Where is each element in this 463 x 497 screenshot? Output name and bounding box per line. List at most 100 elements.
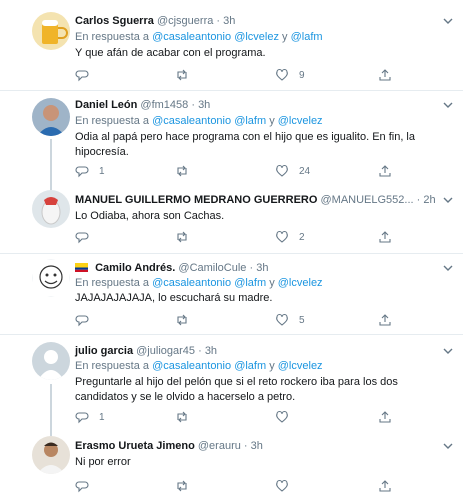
mention-link[interactable]: @lcvelez bbox=[278, 277, 323, 289]
reply-icon bbox=[75, 315, 89, 327]
avatar[interactable] bbox=[32, 436, 70, 474]
retweet-icon bbox=[177, 69, 187, 81]
mention-link[interactable]: @casaleantonio bbox=[152, 277, 231, 289]
user-name[interactable]: Camilo Andrés. bbox=[95, 262, 175, 274]
retweet-button[interactable] bbox=[175, 409, 199, 425]
share-icon bbox=[379, 69, 391, 81]
timestamp[interactable]: 3h bbox=[198, 99, 210, 111]
user-handle[interactable]: @erauru bbox=[198, 440, 241, 452]
reply-button[interactable]: 1 bbox=[75, 163, 105, 179]
tweet-julio-garcia[interactable]: julio garcia @juliogar45 · 3h En respues… bbox=[0, 335, 463, 430]
tweet-daniel-leon[interactable]: Daniel León @fm1458 · 3h En respuesta a … bbox=[0, 91, 463, 184]
share-button[interactable] bbox=[378, 409, 392, 425]
avatar[interactable] bbox=[32, 98, 70, 136]
chevron-down-icon[interactable] bbox=[441, 261, 455, 275]
share-button[interactable] bbox=[378, 163, 392, 179]
mention-link[interactable]: @lafm bbox=[234, 277, 266, 289]
user-name[interactable]: Erasmo Urueta Jimeno bbox=[75, 440, 195, 452]
timestamp[interactable]: 3h bbox=[251, 440, 263, 452]
like-icon bbox=[276, 313, 288, 326]
retweet-button[interactable] bbox=[175, 229, 199, 245]
tweet-erasmo-urueta[interactable]: Erasmo Urueta Jimeno @erauru · 3h Ni por… bbox=[0, 430, 463, 497]
reply-prefix: En respuesta a bbox=[75, 115, 149, 127]
chevron-down-icon[interactable] bbox=[441, 439, 455, 453]
retweet-button[interactable] bbox=[175, 312, 199, 328]
mention-link[interactable]: @lcvelez bbox=[234, 31, 279, 43]
share-button[interactable] bbox=[378, 67, 392, 83]
reply-context: En respuesta a @casaleantonio @lcvelez y… bbox=[75, 30, 323, 44]
tweet-carlos-sguerra[interactable]: Carlos Sguerra @cjsguerra · 3h En respue… bbox=[0, 0, 463, 90]
chevron-down-icon[interactable] bbox=[441, 344, 455, 358]
retweet-button[interactable] bbox=[175, 478, 199, 494]
reply-count: 1 bbox=[99, 165, 105, 177]
user-handle[interactable]: @cjsguerra bbox=[157, 15, 213, 27]
like-button[interactable]: 5 bbox=[275, 312, 305, 328]
mention-link[interactable]: @lafm bbox=[234, 115, 266, 127]
timestamp[interactable]: 2h bbox=[423, 194, 435, 206]
user-handle[interactable]: @MANUELG552... bbox=[320, 194, 413, 206]
user-name[interactable]: Daniel León bbox=[75, 99, 137, 111]
mention-link[interactable]: @casaleantonio bbox=[152, 360, 231, 372]
share-button[interactable] bbox=[378, 229, 392, 245]
tweet-camilo-andres[interactable]: Camilo Andrés. @CamiloCule · 3h En respu… bbox=[0, 254, 463, 334]
mention-link[interactable]: @lcvelez bbox=[278, 360, 323, 372]
like-icon bbox=[276, 410, 288, 423]
reply-button[interactable] bbox=[75, 229, 99, 245]
tweet-header: Carlos Sguerra @cjsguerra · 3h bbox=[75, 14, 235, 28]
user-handle[interactable]: @fm1458 bbox=[140, 99, 188, 111]
mention-link[interactable]: @lafm bbox=[291, 31, 323, 43]
retweet-icon bbox=[177, 165, 187, 177]
separator-dot: · bbox=[243, 440, 248, 452]
avatar[interactable] bbox=[32, 190, 70, 228]
mention-link[interactable]: @lafm bbox=[234, 360, 266, 372]
like-button[interactable]: 24 bbox=[275, 163, 310, 179]
separator-dot: · bbox=[249, 262, 254, 274]
like-button[interactable]: 9 bbox=[275, 67, 305, 83]
tweet-header: julio garcia @juliogar45 · 3h bbox=[75, 344, 217, 358]
conjunction: y bbox=[269, 115, 275, 127]
reply-button[interactable] bbox=[75, 478, 99, 494]
share-button[interactable] bbox=[378, 312, 392, 328]
retweet-icon bbox=[177, 480, 187, 492]
user-name[interactable]: julio garcia bbox=[75, 345, 133, 357]
reply-button[interactable] bbox=[75, 312, 99, 328]
reply-button[interactable]: 1 bbox=[75, 409, 105, 425]
mention-link[interactable]: @casaleantonio bbox=[152, 31, 231, 43]
reply-icon bbox=[75, 412, 89, 424]
chevron-down-icon[interactable] bbox=[441, 98, 455, 112]
chevron-down-icon[interactable] bbox=[441, 14, 455, 28]
separator-dot: · bbox=[416, 194, 421, 206]
mention-link[interactable]: @casaleantonio bbox=[152, 115, 231, 127]
share-icon bbox=[379, 231, 391, 243]
user-name[interactable]: Carlos Sguerra bbox=[75, 15, 154, 27]
like-button[interactable] bbox=[275, 409, 299, 425]
separator-dot: · bbox=[216, 15, 221, 27]
mention-link[interactable]: @lcvelez bbox=[278, 115, 323, 127]
reply-count: 1 bbox=[99, 411, 105, 423]
user-name[interactable]: MANUEL GUILLERMO MEDRANO GUERRERO bbox=[75, 194, 317, 206]
reply-icon bbox=[75, 232, 89, 244]
retweet-button[interactable] bbox=[175, 67, 199, 83]
user-handle[interactable]: @CamiloCule bbox=[178, 262, 246, 274]
like-button[interactable]: 2 bbox=[275, 229, 305, 245]
user-handle[interactable]: @juliogar45 bbox=[136, 345, 195, 357]
tweet-text: Odia al papá pero hace programa con el h… bbox=[75, 131, 415, 158]
tweet-actions: 1 bbox=[75, 409, 405, 425]
timestamp[interactable]: 3h bbox=[205, 345, 217, 357]
timestamp[interactable]: 3h bbox=[256, 262, 268, 274]
thread-line bbox=[50, 139, 52, 184]
avatar[interactable] bbox=[32, 259, 70, 297]
chevron-down-icon[interactable] bbox=[441, 193, 455, 207]
tweet-text: Preguntarle al hijo del pelón que si el … bbox=[75, 376, 398, 403]
like-button[interactable] bbox=[275, 478, 299, 494]
share-button[interactable] bbox=[378, 478, 392, 494]
avatar[interactable] bbox=[32, 342, 70, 380]
retweet-button[interactable] bbox=[175, 163, 199, 179]
like-count: 5 bbox=[299, 314, 305, 326]
timestamp[interactable]: 3h bbox=[223, 15, 235, 27]
conjunction: y bbox=[269, 360, 275, 372]
like-count: 24 bbox=[299, 165, 311, 177]
avatar[interactable] bbox=[32, 12, 70, 50]
tweet-manuel-medrano[interactable]: MANUEL GUILLERMO MEDRANO GUERRERO @MANUE… bbox=[0, 184, 463, 253]
reply-button[interactable] bbox=[75, 67, 99, 83]
